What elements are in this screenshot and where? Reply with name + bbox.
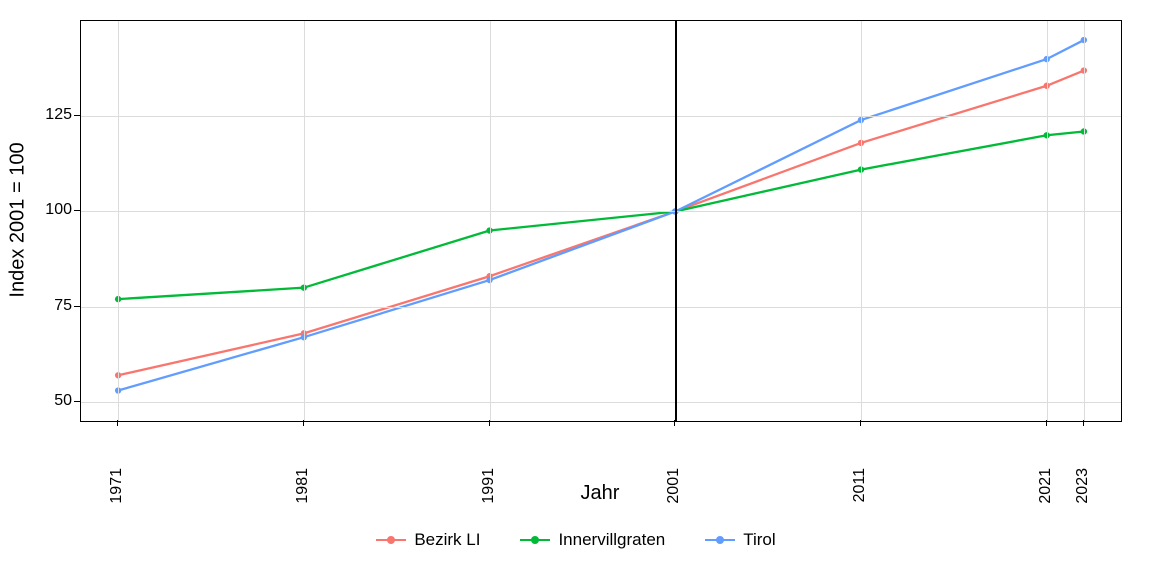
legend-point-icon	[387, 536, 395, 544]
x-tick-label: 2011	[851, 468, 869, 502]
plot-area	[80, 20, 1122, 422]
x-tick-label: 2021	[1037, 468, 1055, 504]
legend-label: Bezirk LI	[414, 530, 480, 550]
x-tick-mark	[1083, 420, 1084, 426]
x-tick-mark	[1046, 420, 1047, 426]
legend-item: Bezirk LI	[376, 530, 480, 550]
x-tick-label: 1971	[108, 468, 126, 504]
x-tick-mark	[303, 420, 304, 426]
y-tick-label: 50	[54, 392, 72, 410]
legend-point-icon	[531, 536, 539, 544]
legend-item: Innervillgraten	[520, 530, 665, 550]
legend-label: Tirol	[743, 530, 775, 550]
x-tick-mark	[489, 420, 490, 426]
y-tick-label: 75	[54, 297, 72, 315]
x-tick-mark	[117, 420, 118, 426]
chart-svg	[81, 21, 1121, 421]
x-tick-mark	[860, 420, 861, 426]
x-tick-label: 2001	[665, 468, 683, 504]
legend-label: Innervillgraten	[558, 530, 665, 550]
gridline-vertical	[304, 21, 305, 421]
y-tick-mark	[74, 306, 80, 307]
y-axis-title: Index 2001 = 100	[7, 142, 30, 297]
legend-item: Tirol	[705, 530, 775, 550]
reference-line-2001	[675, 21, 677, 421]
legend-point-icon	[716, 536, 724, 544]
legend-swatch	[520, 539, 550, 541]
legend-swatch	[376, 539, 406, 541]
x-tick-mark	[674, 420, 675, 426]
x-tick-label: 2023	[1074, 468, 1092, 504]
gridline-horizontal	[81, 116, 1121, 117]
series-line	[118, 131, 1084, 299]
y-tick-mark	[74, 210, 80, 211]
chart-container: Index 2001 = 100 Jahr Bezirk LI Innervill…	[0, 0, 1152, 576]
gridline-vertical	[118, 21, 119, 421]
x-tick-label: 1981	[294, 468, 312, 504]
x-tick-label: 1991	[480, 468, 498, 504]
legend-swatch	[705, 539, 735, 541]
y-tick-mark	[74, 401, 80, 402]
legend: Bezirk LI Innervillgraten Tirol	[0, 530, 1152, 550]
gridline-vertical	[1084, 21, 1085, 421]
gridline-vertical	[861, 21, 862, 421]
gridline-vertical	[490, 21, 491, 421]
series-line	[118, 40, 1084, 390]
y-tick-mark	[74, 115, 80, 116]
y-tick-label: 125	[45, 106, 72, 124]
y-tick-label: 100	[45, 201, 72, 219]
gridline-vertical	[1047, 21, 1048, 421]
gridline-horizontal	[81, 307, 1121, 308]
gridline-horizontal	[81, 402, 1121, 403]
gridline-horizontal	[81, 211, 1121, 212]
x-axis-title: Jahr	[581, 482, 620, 505]
